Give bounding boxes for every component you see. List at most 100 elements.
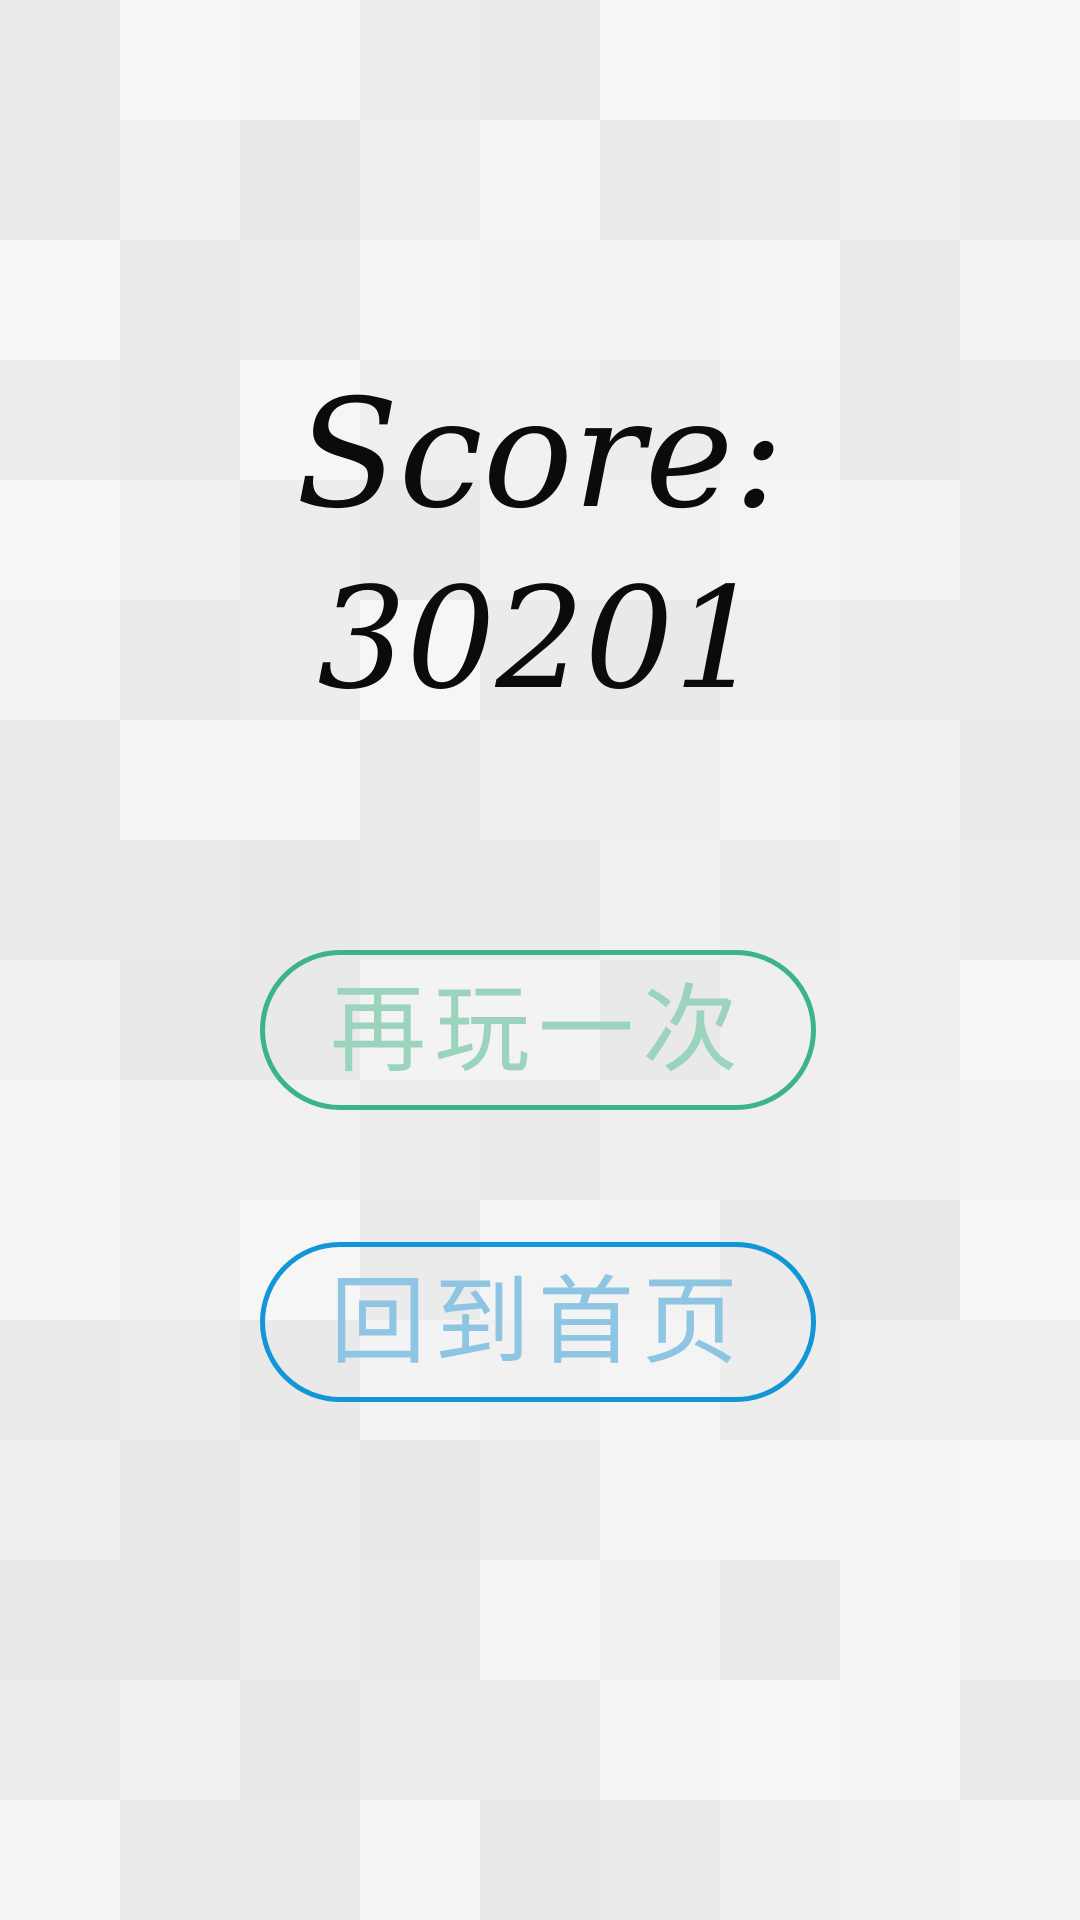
background-tile <box>960 0 1080 120</box>
background-tile <box>240 840 360 960</box>
background-tile <box>720 240 840 360</box>
background-tile <box>720 0 840 120</box>
background-tile <box>360 120 480 240</box>
background-tile <box>0 1200 120 1320</box>
background-tile <box>720 840 840 960</box>
background-tile <box>240 0 360 120</box>
background-tile <box>0 1560 120 1680</box>
background-tile <box>0 240 120 360</box>
background-tile <box>240 1560 360 1680</box>
background-tile <box>120 1800 240 1920</box>
background-tile <box>360 1560 480 1680</box>
background-tile <box>840 1680 960 1800</box>
background-tile <box>480 1560 600 1680</box>
background-tile <box>960 240 1080 360</box>
background-tile <box>960 1440 1080 1560</box>
background-tile <box>600 1560 720 1680</box>
background-tile <box>600 720 720 840</box>
score-display: Score: 30201 <box>0 360 1080 730</box>
background-tile <box>960 120 1080 240</box>
background-tile <box>840 1560 960 1680</box>
background-tile <box>960 1800 1080 1920</box>
background-tile <box>840 1440 960 1560</box>
play-again-button[interactable]: 再玩一次 <box>260 950 816 1110</box>
background-tile <box>120 1080 240 1200</box>
background-tile <box>120 0 240 120</box>
background-tile <box>480 1680 600 1800</box>
background-tile <box>0 960 120 1080</box>
background-tile <box>600 120 720 240</box>
game-over-screen: Score: 30201 再玩一次 回到首页 <box>0 0 1080 1920</box>
background-tile <box>120 1440 240 1560</box>
background-tile <box>480 1440 600 1560</box>
background-tile <box>240 1800 360 1920</box>
background-tile <box>960 1560 1080 1680</box>
background-tile <box>240 1440 360 1560</box>
background-tile <box>720 1680 840 1800</box>
background-tile <box>600 840 720 960</box>
score-value: 30201 <box>317 558 763 721</box>
background-tile <box>840 720 960 840</box>
background-tile <box>120 960 240 1080</box>
background-tile <box>120 840 240 960</box>
background-tile <box>960 840 1080 960</box>
background-tile <box>360 1680 480 1800</box>
background-tile <box>840 240 960 360</box>
background-tile <box>720 1440 840 1560</box>
background-tile <box>840 1080 960 1200</box>
background-tile <box>840 120 960 240</box>
background-tile <box>840 1200 960 1320</box>
background-tile <box>600 0 720 120</box>
background-tile <box>120 1560 240 1680</box>
background-tile <box>480 1800 600 1920</box>
background-tile <box>360 1800 480 1920</box>
background-tile <box>0 1680 120 1800</box>
background-tile <box>960 1320 1080 1440</box>
background-tile <box>240 720 360 840</box>
background-tile <box>120 1320 240 1440</box>
background-tile <box>840 1800 960 1920</box>
play-again-label: 再玩一次 <box>330 974 746 1086</box>
background-tile <box>960 1200 1080 1320</box>
background-tile <box>0 1320 120 1440</box>
background-tile <box>840 1320 960 1440</box>
background-tile <box>360 240 480 360</box>
background-tile <box>480 720 600 840</box>
background-tile <box>240 1680 360 1800</box>
background-tile <box>360 840 480 960</box>
background-tile <box>360 1440 480 1560</box>
background-tile <box>360 720 480 840</box>
background-tile <box>600 1800 720 1920</box>
background-tile <box>0 720 120 840</box>
background-tile <box>960 1080 1080 1200</box>
background-tile <box>120 240 240 360</box>
background-tile <box>120 120 240 240</box>
background-tile <box>720 120 840 240</box>
background-tile <box>960 960 1080 1080</box>
background-tile <box>600 240 720 360</box>
background-tile <box>840 960 960 1080</box>
score-label: Score: <box>295 368 785 542</box>
background-tile <box>240 240 360 360</box>
background-tile <box>360 0 480 120</box>
background-tile <box>480 840 600 960</box>
back-to-home-button[interactable]: 回到首页 <box>260 1242 816 1402</box>
back-to-home-label: 回到首页 <box>330 1266 746 1378</box>
background-tile <box>0 120 120 240</box>
background-tile <box>0 1800 120 1920</box>
background-tile <box>720 1800 840 1920</box>
background-tile <box>720 720 840 840</box>
background-tile <box>480 120 600 240</box>
background-tile <box>0 1080 120 1200</box>
background-tile <box>0 840 120 960</box>
background-tile <box>600 1680 720 1800</box>
background-tile <box>120 720 240 840</box>
background-tile <box>840 0 960 120</box>
background-tile <box>480 0 600 120</box>
background-tile <box>960 720 1080 840</box>
background-tile <box>0 0 120 120</box>
background-tile <box>960 1680 1080 1800</box>
background-tile <box>120 1680 240 1800</box>
background-tile <box>720 1560 840 1680</box>
background-tile <box>0 1440 120 1560</box>
